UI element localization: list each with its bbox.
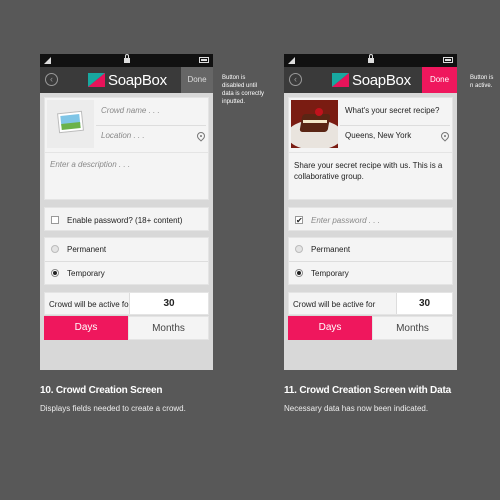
divider — [96, 125, 206, 126]
permanent-radio[interactable] — [51, 245, 59, 253]
image-icon — [57, 110, 84, 134]
crowd-creation-screen: ‹ SoapBox Done Crowd name . . . Location… — [40, 54, 213, 370]
active-duration-row: Crowd will be active for 30 — [288, 292, 453, 315]
crowd-info-card: Crowd name . . . Location . . . — [44, 97, 209, 153]
done-button[interactable]: Done — [181, 67, 213, 93]
status-bar — [284, 54, 457, 67]
caption-title: 10. Crowd Creation Screen — [40, 385, 163, 396]
permanent-label: Permanent — [311, 245, 351, 254]
temporary-radio[interactable] — [51, 269, 59, 277]
description-placeholder: Enter a description . . . — [50, 160, 131, 169]
battery-icon — [443, 57, 453, 63]
app-logo: SoapBox — [88, 71, 167, 89]
duration-value-input[interactable]: 30 — [129, 293, 208, 314]
password-input[interactable]: Enter password . . . — [311, 216, 380, 225]
photo-placeholder[interactable] — [47, 100, 94, 148]
permanent-radio[interactable] — [295, 245, 303, 253]
password-input-row[interactable]: ✔ Enter password . . . — [288, 207, 453, 231]
months-toggle[interactable]: Months — [128, 316, 209, 340]
location-pin-icon[interactable] — [195, 130, 207, 142]
crowd-info-card: What's your secret recipe? Queens, New Y… — [288, 97, 453, 153]
divider — [45, 261, 208, 262]
temporary-label: Temporary — [67, 269, 105, 278]
logo-text: SoapBox — [352, 71, 411, 89]
temporary-label: Temporary — [311, 269, 349, 278]
location-input[interactable]: Queens, New York — [345, 131, 411, 140]
caption-text: Necessary data has now been indicated. — [284, 404, 429, 413]
signal-icon — [288, 57, 295, 64]
soapbox-logo-icon — [332, 73, 349, 87]
description-field[interactable]: Enter a description . . . — [44, 152, 209, 200]
duration-type-group: Permanent Temporary — [44, 237, 209, 285]
divider — [340, 125, 450, 126]
annotation-note: Button is disabled until data is correct… — [222, 75, 265, 105]
days-toggle[interactable]: Days — [288, 316, 372, 340]
active-for-label: Crowd will be active for — [293, 300, 376, 309]
password-option-label: Enable password? (18+ content) — [67, 216, 183, 225]
location-pin-icon[interactable] — [439, 130, 451, 142]
soapbox-logo-icon — [88, 73, 105, 87]
description-text: Share your secret recipe with us. This i… — [294, 161, 443, 181]
permanent-label: Permanent — [67, 245, 107, 254]
crowd-name-input[interactable]: What's your secret recipe? — [345, 106, 439, 115]
caption-title: 11. Crowd Creation Screen with Data — [284, 385, 451, 396]
annotation-note: Button is n active. — [470, 75, 494, 89]
signal-icon — [44, 57, 51, 64]
divider — [289, 261, 452, 262]
lock-icon — [123, 54, 130, 63]
back-icon[interactable]: ‹ — [289, 73, 302, 86]
password-checkbox[interactable] — [51, 216, 59, 224]
logo-text: SoapBox — [108, 71, 167, 89]
app-logo: SoapBox — [332, 71, 411, 89]
months-toggle[interactable]: Months — [372, 316, 453, 340]
app-bar: ‹ SoapBox Done — [40, 67, 213, 93]
status-bar — [40, 54, 213, 67]
location-input[interactable]: Location . . . — [101, 131, 145, 140]
caption-text: Displays fields needed to create a crowd… — [40, 404, 186, 413]
days-toggle[interactable]: Days — [44, 316, 128, 340]
back-icon[interactable]: ‹ — [45, 73, 58, 86]
duration-type-group: Permanent Temporary — [288, 237, 453, 285]
duration-value-input[interactable]: 30 — [396, 293, 452, 314]
temporary-radio[interactable] — [295, 269, 303, 277]
battery-icon — [199, 57, 209, 63]
password-option-row[interactable]: Enable password? (18+ content) — [44, 207, 209, 231]
crowd-creation-screen-with-data: ‹ SoapBox Done What's your secret recipe… — [284, 54, 457, 370]
done-button[interactable]: Done — [422, 67, 457, 93]
app-bar: ‹ SoapBox Done — [284, 67, 457, 93]
active-duration-row: Crowd will be active for 30 — [44, 292, 209, 315]
password-checkbox[interactable]: ✔ — [295, 216, 303, 225]
crowd-photo[interactable] — [291, 100, 338, 148]
lock-icon — [367, 54, 374, 63]
active-for-label: Crowd will be active for — [49, 300, 132, 309]
description-field[interactable]: Share your secret recipe with us. This i… — [288, 152, 453, 200]
crowd-name-input[interactable]: Crowd name . . . — [101, 106, 160, 115]
